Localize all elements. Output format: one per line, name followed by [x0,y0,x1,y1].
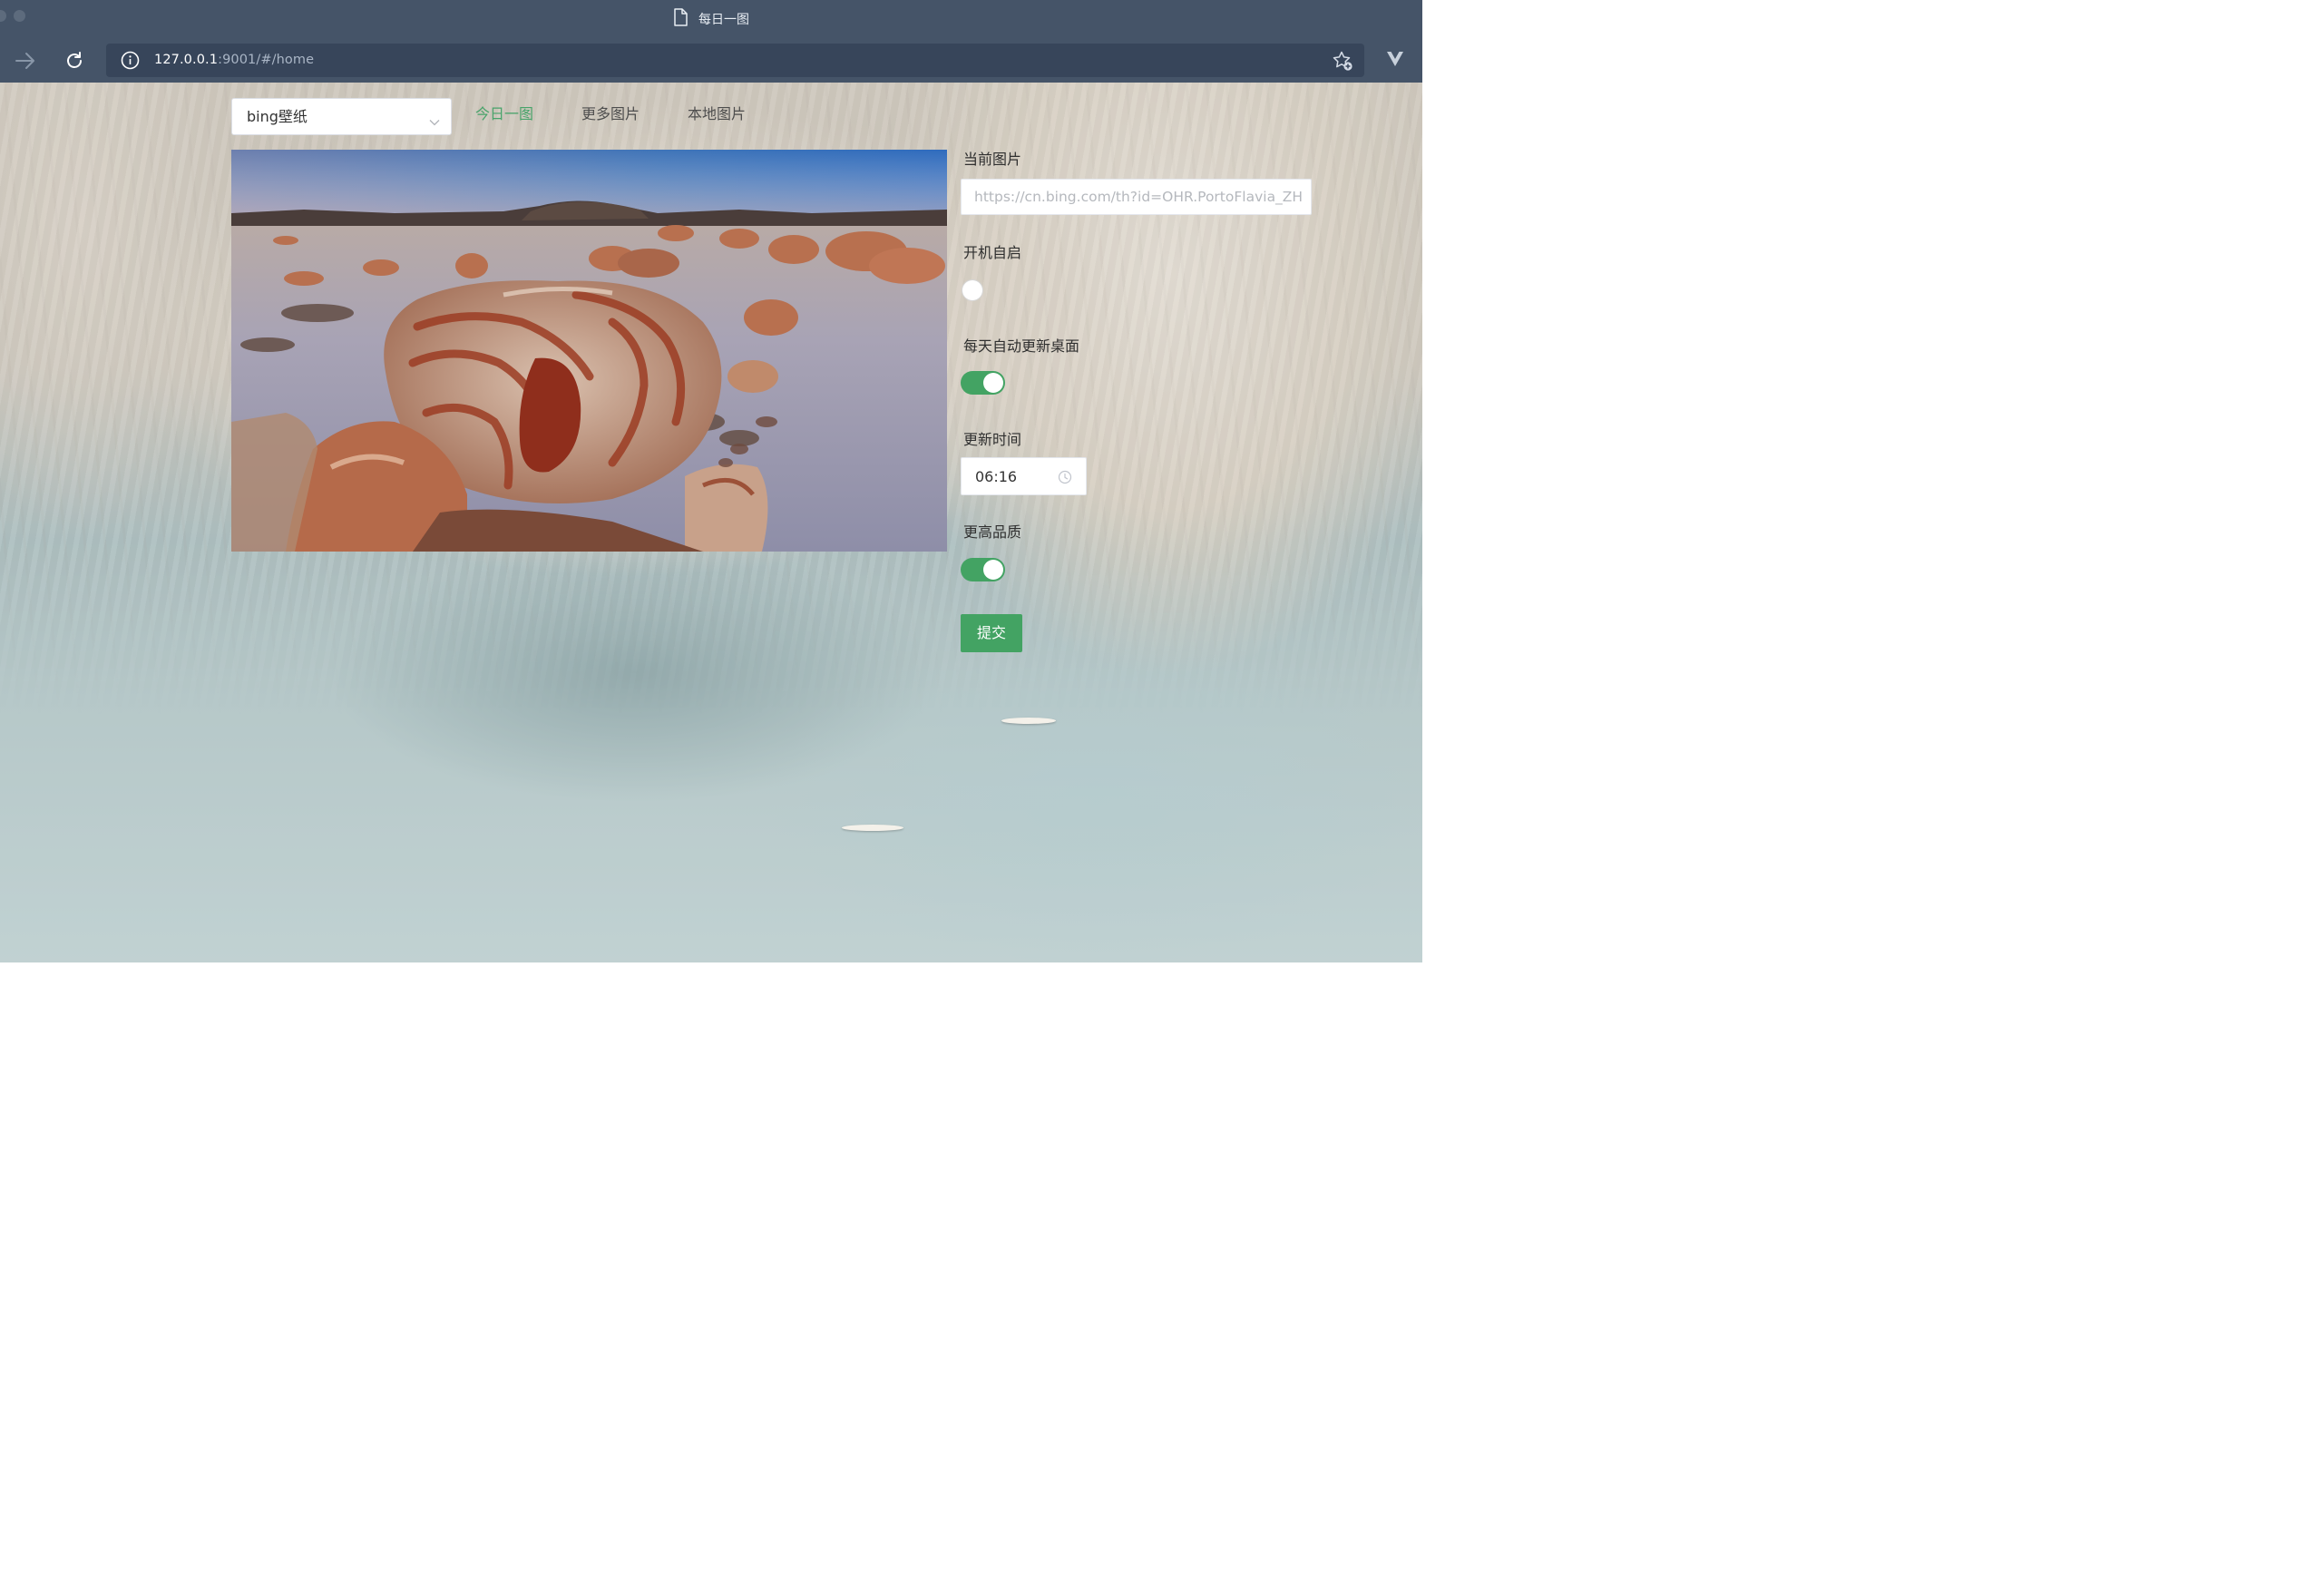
kayak-decoration [1001,718,1056,724]
window-title-text: 每日一图 [698,13,749,27]
url-text[interactable]: 127.0.0.1:9001/#/home [154,52,314,69]
kayak-decoration [842,825,903,831]
page-background: bing壁纸 今日一图 更多图片 本地图片 当前图片 https://cn.bi… [0,83,1422,962]
auto-update-toggle[interactable] [961,371,1005,395]
autostart-label: 开机自启 [963,244,1022,261]
url-host: 127.0.0.1 [154,53,219,67]
update-time-value: 06:16 [975,468,1018,485]
window-title: 每日一图 [0,8,1422,32]
wallpaper-preview-image [231,150,947,552]
document-icon [673,8,688,32]
menu-local-images[interactable]: 本地图片 [688,104,746,124]
title-bar: 每日一图 [0,0,1422,34]
current-image-url-input[interactable]: https://cn.bing.com/th?id=OHR.PortoFlavi… [961,179,1312,215]
toggle-knob [962,280,982,300]
auto-update-label: 每天自动更新桌面 [963,337,1080,355]
toggle-knob [983,373,1003,393]
source-select[interactable]: bing壁纸 [231,98,452,135]
forward-button[interactable] [12,47,39,74]
reload-icon [67,52,82,68]
autostart-toggle[interactable] [961,278,1005,302]
clock-icon [1058,470,1072,488]
menu-today-image[interactable]: 今日一图 [475,104,533,124]
forward-arrow-icon [15,53,34,69]
chevron-down-icon [429,112,440,130]
update-time-picker[interactable]: 06:16 [961,457,1087,495]
address-bar[interactable]: 127.0.0.1:9001/#/home [106,44,1364,77]
high-quality-label: 更高品质 [963,523,1022,541]
navigation-bar: 127.0.0.1:9001/#/home [0,38,1422,82]
toggle-knob [983,560,1003,580]
reload-button[interactable] [61,47,88,74]
info-icon[interactable] [121,51,140,73]
menu-more-images[interactable]: 更多图片 [581,104,640,124]
source-select-value: bing壁纸 [247,108,308,125]
bookmark-star-icon[interactable] [1332,50,1353,75]
url-path: :9001/#/home [218,53,315,67]
update-time-label: 更新时间 [963,431,1022,448]
high-quality-toggle[interactable] [961,558,1005,581]
submit-button[interactable]: 提交 [961,614,1022,652]
current-image-label: 当前图片 [963,151,1022,168]
browser-chrome: 每日一图 127.0.0.1:9001/#/home [0,0,1422,83]
vivaldi-icon[interactable] [1385,49,1405,73]
